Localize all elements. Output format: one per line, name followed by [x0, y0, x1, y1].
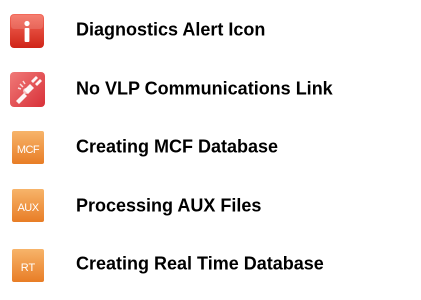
legend-row-diagnostics-alert: Diagnostics Alert Icon — [0, 10, 421, 50]
legend-label-aux-files: Processing AUX Files — [76, 195, 262, 216]
svg-text:RT: RT — [21, 262, 36, 274]
diagnostics-alert-icon — [10, 14, 44, 48]
legend-label-no-vlp-link: No VLP Communications Link — [76, 78, 333, 99]
real-time-database-icon: RT — [12, 249, 44, 282]
legend-label-mcf-database: Creating MCF Database — [76, 136, 279, 157]
svg-text:AUX: AUX — [17, 202, 39, 214]
legend-label-diagnostics-alert: Diagnostics Alert Icon — [76, 19, 266, 40]
legend-label-real-time-database: Creating Real Time Database — [76, 253, 324, 274]
no-link-icon — [10, 72, 45, 107]
legend-row-real-time-database: RT Creating Real Time Database — [0, 244, 421, 284]
legend-row-mcf-database: MCF Creating MCF Database — [0, 127, 421, 167]
legend-row-aux-files: AUX Processing AUX Files — [0, 186, 421, 226]
svg-text:MCF: MCF — [17, 144, 40, 156]
legend-row-no-vlp-link: No VLP Communications Link — [0, 69, 421, 109]
mcf-database-icon: MCF — [12, 131, 44, 164]
aux-files-icon: AUX — [12, 189, 44, 222]
